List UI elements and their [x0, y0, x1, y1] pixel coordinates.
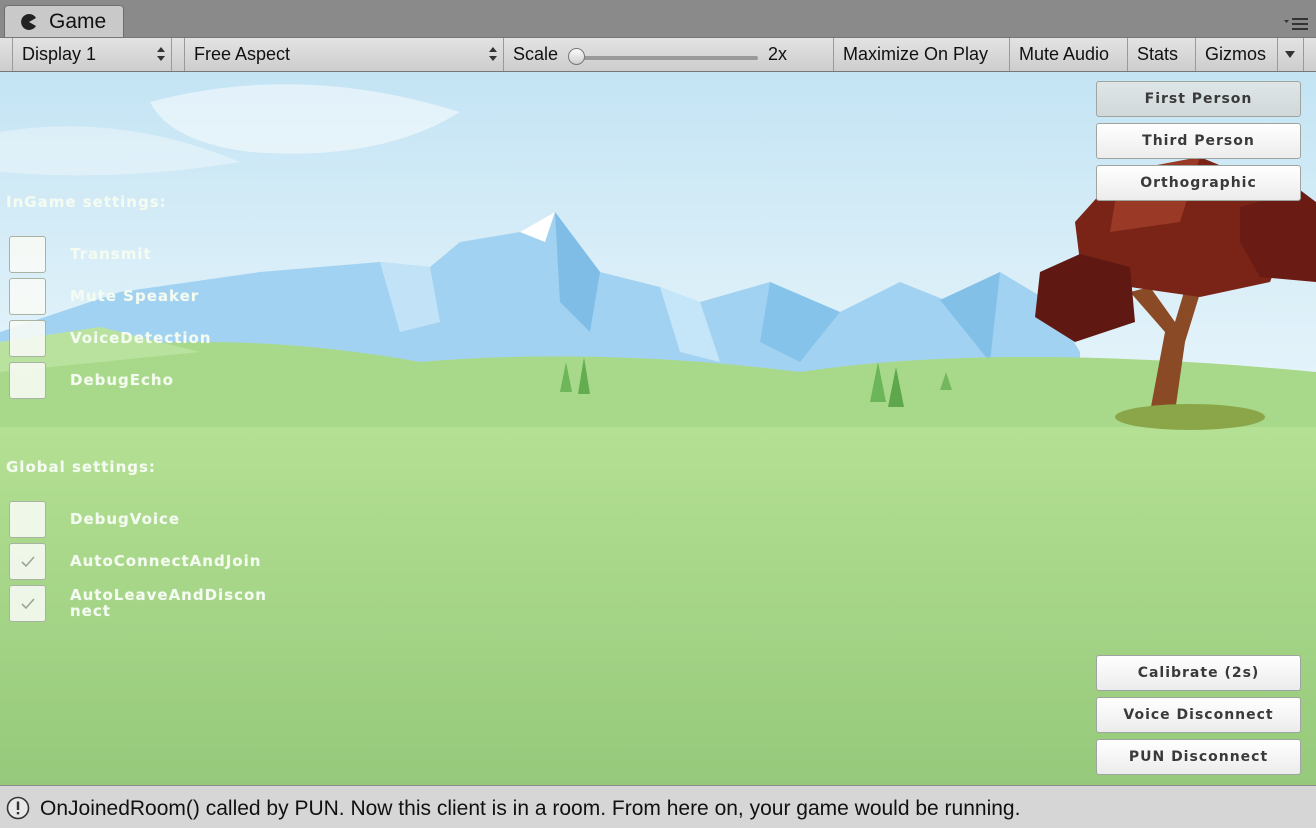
game-viewport[interactable]: InGame settings: Transmit Mute Speaker V…: [0, 72, 1316, 785]
debug-voice-label: DebugVoice: [70, 510, 181, 528]
ingame-settings-heading: InGame settings:: [6, 193, 167, 211]
voice-disconnect-button[interactable]: Voice Disconnect: [1096, 697, 1301, 733]
auto-leave-and-disconnect-label: AutoLeaveAndDiscon nect: [70, 587, 267, 619]
scale-value: 2x: [768, 44, 788, 64]
calibrate-button[interactable]: Calibrate (2s): [1096, 655, 1301, 691]
gizmos-toggle[interactable]: Gizmos: [1196, 38, 1278, 71]
chevron-down-icon: [1285, 51, 1295, 58]
auto-connect-and-join-checkbox[interactable]: [9, 543, 46, 580]
display-select[interactable]: Display 1: [12, 38, 172, 71]
game-view-toolbar: Display 1 Free Aspect Scale 2x Maximize …: [0, 37, 1316, 72]
transmit-checkbox[interactable]: [9, 236, 46, 273]
auto-connect-and-join-label: AutoConnectAndJoin: [70, 552, 262, 570]
mute-speaker-checkbox[interactable]: [9, 278, 46, 315]
aspect-select-value: Free Aspect: [194, 44, 291, 64]
pun-disconnect-button[interactable]: PUN Disconnect: [1096, 739, 1301, 775]
auto-leave-and-disconnect-checkbox[interactable]: [9, 585, 46, 622]
tab-title: Game: [49, 10, 107, 33]
voice-detection-label: VoiceDetection: [70, 329, 212, 347]
console-status-bar[interactable]: OnJoinedRoom() called by PUN. Now this c…: [0, 785, 1316, 828]
auto-leave-label-line1: AutoLeaveAndDiscon: [70, 586, 267, 604]
game-tab[interactable]: Game: [4, 5, 124, 38]
scale-slider-thumb[interactable]: [568, 48, 585, 65]
mute-speaker-label: Mute Speaker: [70, 287, 200, 305]
pacman-game-icon: [21, 13, 36, 30]
voice-detection-checkbox[interactable]: [9, 320, 46, 357]
updown-arrows-icon: [157, 47, 165, 61]
status-message: OnJoinedRoom() called by PUN. Now this c…: [40, 797, 1021, 820]
debug-voice-checkbox[interactable]: [9, 501, 46, 538]
debug-echo-checkbox[interactable]: [9, 362, 46, 399]
panel-menu-icon[interactable]: [1282, 14, 1312, 34]
checkmark-icon: [21, 598, 35, 610]
checkmark-icon: [21, 556, 35, 568]
display-select-value: Display 1: [22, 44, 97, 64]
global-settings-heading: Global settings:: [6, 458, 156, 476]
third-person-button[interactable]: Third Person: [1096, 123, 1301, 159]
stats-toggle[interactable]: Stats: [1128, 38, 1196, 71]
debug-echo-label: DebugEcho: [70, 371, 174, 389]
editor-tab-bar: Game: [0, 0, 1316, 38]
mute-audio-toggle[interactable]: Mute Audio: [1010, 38, 1128, 71]
maximize-on-play-label: Maximize On Play: [843, 44, 989, 64]
gizmos-label: Gizmos: [1205, 44, 1267, 64]
transmit-label: Transmit: [70, 245, 152, 263]
maximize-on-play-toggle[interactable]: Maximize On Play: [834, 38, 1010, 71]
gizmos-dropdown[interactable]: [1278, 38, 1304, 71]
orthographic-button[interactable]: Orthographic: [1096, 165, 1301, 201]
scale-control: Scale 2x: [504, 38, 834, 71]
aspect-select[interactable]: Free Aspect: [184, 38, 504, 71]
auto-leave-label-line2: nect: [70, 602, 111, 620]
mute-audio-label: Mute Audio: [1019, 44, 1110, 64]
info-exclamation-icon: [6, 796, 30, 820]
scale-label: Scale: [513, 44, 559, 64]
scale-slider-track[interactable]: [572, 56, 758, 60]
first-person-button[interactable]: First Person: [1096, 81, 1301, 117]
updown-arrows-icon: [489, 47, 497, 61]
stats-label: Stats: [1137, 44, 1179, 64]
